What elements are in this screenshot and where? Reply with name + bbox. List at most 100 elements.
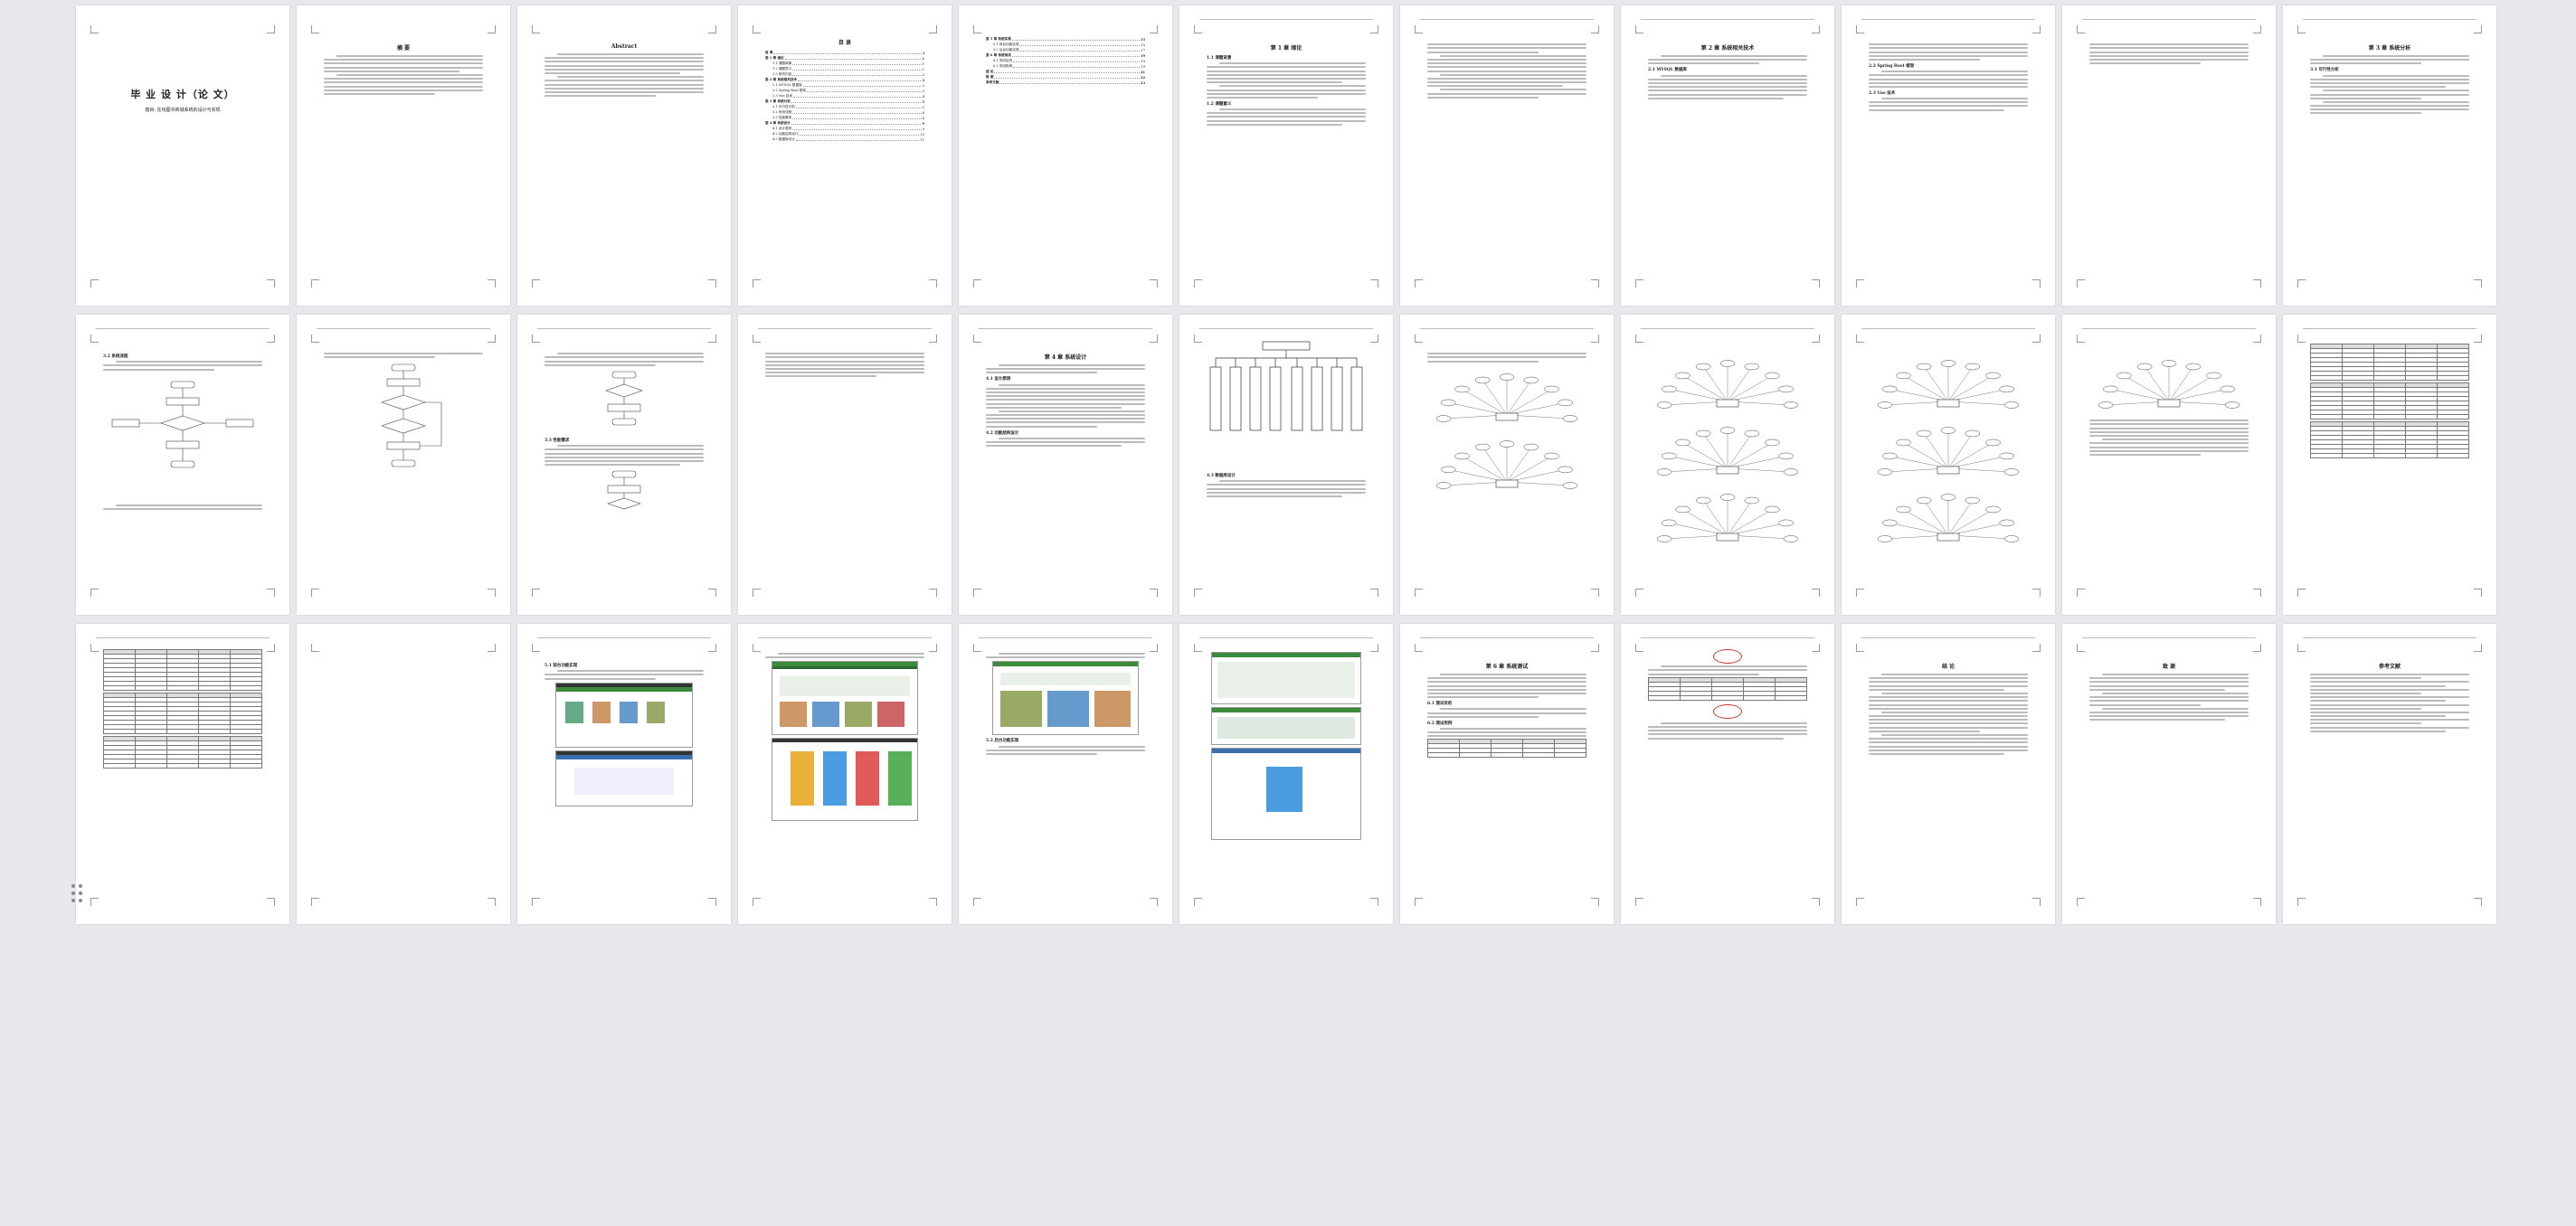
page-toc-continued[interactable]: 第 5 章 系统实现 15 5.1 前台功能实现 15 5.2 后台功能实现 17 第 6 … [959,5,1172,306]
page-er-d[interactable] [2062,315,2276,615]
page-thumbnail-grid: 毕 业 设 计（论 文） 题目: 在线图书商城系统的设计与实现 摘 要 Abst… [76,5,2500,928]
page-structure[interactable]: 4.3 数据库设计 [1179,315,1393,615]
abstract-cn-heading: 摘 要 [396,45,411,52]
page-er-a[interactable] [1400,315,1614,615]
page-flow-b[interactable] [297,315,510,615]
page-ch6[interactable]: 第 6 章 系统测试 6.1 测试目的 6.2 测试用例 [1400,624,1614,924]
screenshot-figure [1211,748,1361,840]
page-text-b[interactable]: 2.2 Spring Boot 框架 2.3 Vue 技术 [1842,5,2055,306]
data-table [103,649,262,691]
toc-entry-label: 2.3 Vue 技术 [772,94,792,98]
toc-list-continued: 第 5 章 系统实现 15 5.1 前台功能实现 15 5.2 后台功能实现 17 第 6 … [986,36,1145,85]
page-impl-d[interactable] [1179,624,1393,924]
ch1-s2-heading: 1.2 课题意义 [1207,101,1232,107]
abstract-en-heading: Abstract [611,43,638,50]
data-table [2310,382,2469,420]
toc-entry[interactable]: 参考文献 23 [986,80,1145,85]
toc-entry-page: 11 [920,138,924,142]
screenshot-figure [772,738,918,822]
ch3-heading: 第 3 章 系统分析 [2368,45,2411,52]
references-heading: 参考文献 [2378,664,2401,670]
er-diagram [1877,494,2020,542]
page-impl-a[interactable]: 5.1 前台功能实现 [517,624,731,924]
toc-entry-page: 4 [922,95,924,99]
page-flow-a[interactable]: 3.2 系统流程 [76,315,289,615]
page-text-d[interactable] [738,315,952,615]
flowchart-diagram-4 [607,470,641,510]
toc-entry-page: 3 [922,84,924,88]
toc-entry-page: 10 [920,133,924,137]
conclusion-heading: 结 论 [1941,664,1956,670]
page-abstract-en[interactable]: Abstract [517,5,731,306]
toc-entry-label: 5.2 后台功能实现 [993,48,1019,52]
page-conclusion[interactable]: 结 论 [1842,624,2055,924]
toc-entry-page: 6 [922,111,924,115]
er-diagram [1656,494,1799,542]
ch6-s1-heading: 6.1 测试目的 [1427,702,1453,707]
page-cover[interactable]: 毕 业 设 计（论 文） 题目: 在线图书商城系统的设计与实现 [76,5,289,306]
toc-entry-label: 第 3 章 系统分析 [765,99,791,103]
screenshot-figure [992,661,1139,736]
toc-entry-label: 1.2 课题意义 [772,67,792,71]
grid-view-icon[interactable] [71,884,86,902]
ch3-s1-heading: 3.1 可行性分析 [2310,68,2339,73]
page-text-c[interactable] [2062,5,2276,306]
toc-entry-label: 结 论 [986,70,994,73]
toc-entry-label: 第 6 章 系统测试 [986,53,1011,57]
toc-entry-page: 19 [1140,54,1145,58]
data-table [2310,344,2469,381]
er-diagram [1435,373,1578,422]
toc-entry-label: 6.1 测试目的 [993,59,1013,62]
function-structure-diagram [1209,341,1363,431]
toc-entry-page: 5 [922,100,924,104]
page-ch4[interactable]: 第 4 章 系统设计 4.1 设计原则 4.2 功能结构设计 [959,315,1172,615]
data-table [1648,676,1807,701]
page-thanks[interactable]: 致 谢 [2062,624,2276,924]
page-ch2[interactable]: 第 2 章 系统相关技术 2.1 MYSQL 数据库 [1621,5,1834,306]
page-er-c[interactable] [1842,315,2055,615]
toc-entry-label: 4.3 数据库设计 [772,137,795,141]
ch2-s1-heading: 2.1 MYSQL 数据库 [1648,68,1687,73]
toc-entry-page: 3 [922,79,924,82]
page-tables-a[interactable] [2283,315,2496,615]
er-diagram [1877,360,2020,409]
toc-entry-page: 19 [1141,65,1145,69]
thanks-heading: 致 谢 [2162,664,2176,670]
page-abstract-cn[interactable]: 摘 要 [297,5,510,306]
page-text-a[interactable] [1400,5,1614,306]
toc-entry[interactable]: 4.3 数据库设计 11 [765,137,924,142]
page-toc[interactable]: 目 录 目 录 I 第 1 章 绪论 1 1.1 课题背景 1 1.2 课题意义 1 1.3 研… [738,5,952,306]
toc-entry-page: I [923,52,924,55]
page-flow-c[interactable]: 3.3 性能需求 [517,315,731,615]
toc-entry-label: 第 1 章 绪论 [765,56,784,60]
ch3-s2-heading: 3.2 系统流程 [103,354,128,359]
toc-entry-page: 15 [1140,38,1145,42]
ch5-s2-heading: 5.2 后台功能实现 [986,739,1019,744]
page-tables-b[interactable] [76,624,289,924]
screenshot-figure [772,661,918,736]
toc-list: 目 录 I 第 1 章 绪论 1 1.1 课题背景 1 1.2 课题意义 1 1.3 研究内容 2… [765,50,924,142]
toc-entry-page: 15 [1141,43,1145,47]
toc-entry-label: 4.1 设计原则 [772,127,792,130]
page-impl-c[interactable]: 5.2 后台功能实现 [959,624,1172,924]
page-blank[interactable] [297,624,510,924]
toc-entry-page: 19 [1141,60,1145,63]
toc-entry-page: 3 [922,90,924,93]
toc-entry-label: 第 4 章 系统设计 [765,121,791,125]
page-ch3[interactable]: 第 3 章 系统分析 3.1 可行性分析 [2283,5,2496,306]
data-table [103,693,262,734]
flowchart-diagram [111,381,254,468]
page-test-table[interactable] [1621,624,1834,924]
ch4-heading: 第 4 章 系统设计 [1044,354,1087,361]
ch6-heading: 第 6 章 系统测试 [1485,664,1529,670]
toc-entry-page: 23 [1140,81,1145,85]
er-diagram [1656,360,1799,409]
page-ch1[interactable]: 第 1 章 绪论 1.1 课题背景 1.2 课题意义 [1179,5,1393,306]
page-impl-b[interactable] [738,624,952,924]
page-references[interactable]: 参考文献 [2283,624,2496,924]
page-er-b[interactable] [1621,315,1834,615]
screenshot-figure [1211,652,1361,704]
ch2-s3-heading: 2.3 Vue 技术 [1869,90,1896,96]
toc-entry-label: 3.2 系统流程 [772,110,792,114]
cover-topic: 题目: 在线图书商城系统的设计与实现 [145,108,221,113]
